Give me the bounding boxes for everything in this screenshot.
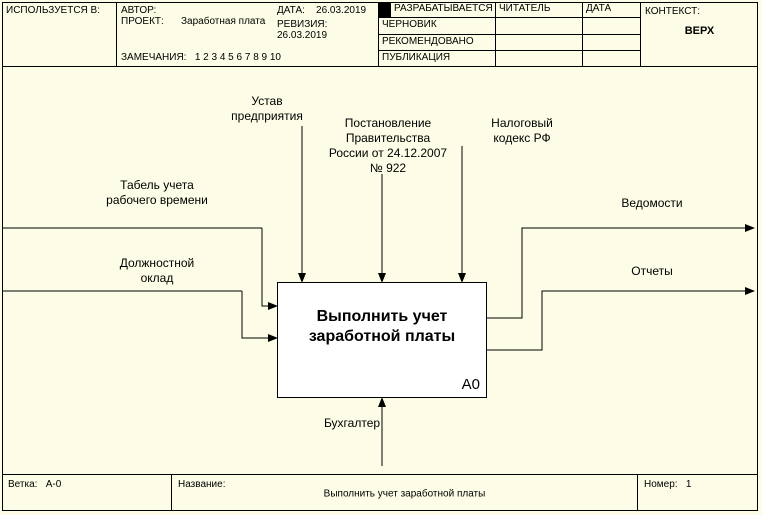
date-label: ДАТА:	[277, 5, 305, 16]
status-working: РАЗРАБАТЫВАЕТСЯ	[379, 2, 496, 17]
status-draft: ЧЕРНОВИК	[379, 18, 496, 33]
status-reader: ЧИТАТЕЛЬ	[496, 2, 583, 17]
number-value: 1	[686, 479, 692, 490]
footer-name: Название: Выполнить учет заработной плат…	[172, 475, 638, 511]
control2-label: Постановление Правительства России от 24…	[318, 116, 458, 176]
header: ИСПОЛЬЗУЕТСЯ В: АВТОР: ПРОЕКТ: Заработна…	[2, 2, 758, 67]
branch-label: Ветка:	[8, 479, 37, 490]
status-recommended: РЕКОМЕНДОВАНО	[379, 35, 496, 50]
input2-label: Должностнойоклад	[92, 256, 222, 286]
status-cell: РАЗРАБАТЫВАЕТСЯ ЧИТАТЕЛЬ ДАТА ЧЕРНОВИК Р…	[379, 2, 641, 66]
used-in-cell: ИСПОЛЬЗУЕТСЯ В:	[2, 2, 117, 66]
input1-label: Табель учетарабочего времени	[92, 178, 222, 208]
meta-cell: АВТОР: ПРОЕКТ: Заработная плата ДАТА: 26…	[117, 2, 379, 66]
revision-value: 26.03.2019	[277, 30, 327, 41]
branch-value: A-0	[46, 479, 62, 490]
notes-label: ЗАМЕЧАНИЯ:	[121, 52, 186, 63]
context-label: КОНТЕКСТ:	[641, 6, 758, 17]
status-marker-icon	[379, 2, 391, 17]
context-cell: КОНТЕКСТ: ВЕРХ	[641, 2, 758, 66]
control1-label: Уставпредприятия	[207, 94, 327, 124]
date-value: 26.03.2019	[316, 5, 366, 16]
revision-label: РЕВИЗИЯ:	[277, 19, 327, 30]
status-publication: ПУБЛИКАЦИЯ	[379, 51, 496, 66]
output2-label: Отчеты	[602, 264, 702, 279]
footer-number: Номер: 1	[638, 475, 758, 511]
mechanism-label: Бухгалтер	[302, 416, 402, 431]
output1-label: Ведомости	[602, 196, 702, 211]
project-label: ПРОЕКТ:	[121, 16, 181, 27]
used-in-label: ИСПОЛЬЗУЕТСЯ В:	[6, 5, 100, 16]
author-label: АВТОР:	[121, 5, 181, 16]
context-value: ВЕРХ	[641, 25, 758, 37]
name-value: Выполнить учет заработной платы	[172, 489, 637, 500]
control3-label: Налоговыйкодекс РФ	[472, 116, 572, 146]
project-value: Заработная плата	[181, 16, 265, 27]
process-id: A0	[462, 376, 480, 393]
footer-branch: Ветка: A-0	[2, 475, 172, 511]
notes-value: 1 2 3 4 5 6 7 8 9 10	[195, 52, 281, 63]
process-title: Выполнить учет заработной платы	[278, 307, 486, 347]
footer: Ветка: A-0 Название: Выполнить учет зара…	[2, 474, 758, 511]
process-box: Выполнить учет заработной платы A0	[277, 282, 487, 398]
diagram-area: Выполнить учет заработной платы A0 Устав…	[2, 66, 758, 475]
number-label: Номер:	[644, 479, 678, 490]
status-date: ДАТА	[583, 2, 640, 17]
